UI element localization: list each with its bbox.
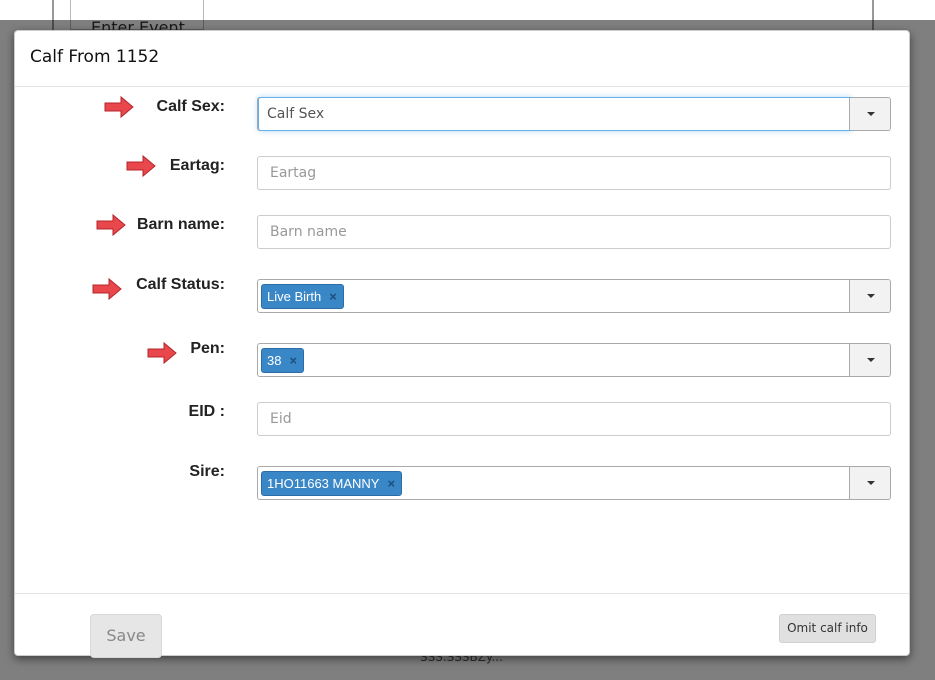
calf-status-row: Calf Status: Live Birth × (15, 276, 909, 313)
calf-status-tag-label: Live Birth (267, 289, 322, 304)
caret-down-icon (867, 294, 875, 298)
pen-select[interactable]: 38 × (257, 343, 891, 377)
red-arrow-icon (104, 95, 134, 119)
modal-header: Calf From 1152 (15, 31, 909, 87)
calf-sex-dropdown-toggle[interactable] (849, 98, 890, 130)
calf-modal: Calf From 1152 Calf Sex: Calf Sex Eartag… (14, 30, 910, 658)
eid-input[interactable]: Eid (257, 402, 891, 436)
eid-label: EID : (188, 403, 225, 420)
calf-sex-label: Calf Sex: (156, 98, 225, 115)
sire-dropdown-toggle[interactable] (849, 467, 890, 499)
pen-label: Pen: (190, 340, 225, 357)
sire-row: Sire: 1HO11663 MANNY × (15, 463, 909, 500)
modal-body: Calf Sex: Calf Sex Eartag: Eartag Barn n… (15, 87, 909, 593)
calf-status-select[interactable]: Live Birth × (257, 279, 891, 313)
pen-tag-label: 38 (267, 353, 282, 368)
sire-label: Sire: (189, 463, 225, 480)
red-arrow-icon (126, 154, 156, 178)
caret-down-icon (867, 358, 875, 362)
calf-sex-field[interactable]: Calf Sex (258, 97, 851, 131)
pen-dropdown-toggle[interactable] (849, 344, 890, 376)
sire-tag: 1HO11663 MANNY × (261, 471, 403, 496)
sire-select[interactable]: 1HO11663 MANNY × (257, 466, 891, 500)
calf-status-dropdown-toggle[interactable] (849, 280, 890, 312)
remove-tag-icon[interactable]: × (289, 353, 297, 368)
calf-sex-select[interactable]: Calf Sex (257, 97, 891, 131)
modal-footer: Save Omit calf info (15, 593, 909, 658)
remove-tag-icon[interactable]: × (329, 289, 337, 304)
modal-title: Calf From 1152 (30, 47, 160, 67)
eartag-label: Eartag: (169, 157, 225, 174)
caret-down-icon (867, 112, 875, 116)
caret-down-icon (867, 481, 875, 485)
pen-tag: 38 × (261, 348, 305, 373)
calf-status-tag: Live Birth × (261, 284, 344, 309)
barn-name-label: Barn name: (136, 216, 225, 233)
eartag-row: Eartag: Eartag (15, 154, 909, 190)
red-arrow-icon (147, 341, 177, 365)
sire-tag-label: 1HO11663 MANNY (267, 476, 380, 491)
calf-status-label: Calf Status: (136, 276, 225, 293)
remove-tag-icon[interactable]: × (387, 476, 395, 491)
save-button[interactable]: Save (90, 614, 162, 658)
red-arrow-icon (92, 277, 122, 301)
eid-row: EID : Eid (15, 402, 909, 436)
omit-calf-info-button[interactable]: Omit calf info (779, 614, 876, 643)
red-arrow-icon (96, 213, 126, 237)
calf-sex-row: Calf Sex: Calf Sex (15, 95, 909, 131)
barn-name-input[interactable]: Barn name (257, 215, 891, 249)
pen-row: Pen: 38 × (15, 340, 909, 377)
barn-name-row: Barn name: Barn name (15, 213, 909, 249)
eartag-input[interactable]: Eartag (257, 156, 891, 190)
